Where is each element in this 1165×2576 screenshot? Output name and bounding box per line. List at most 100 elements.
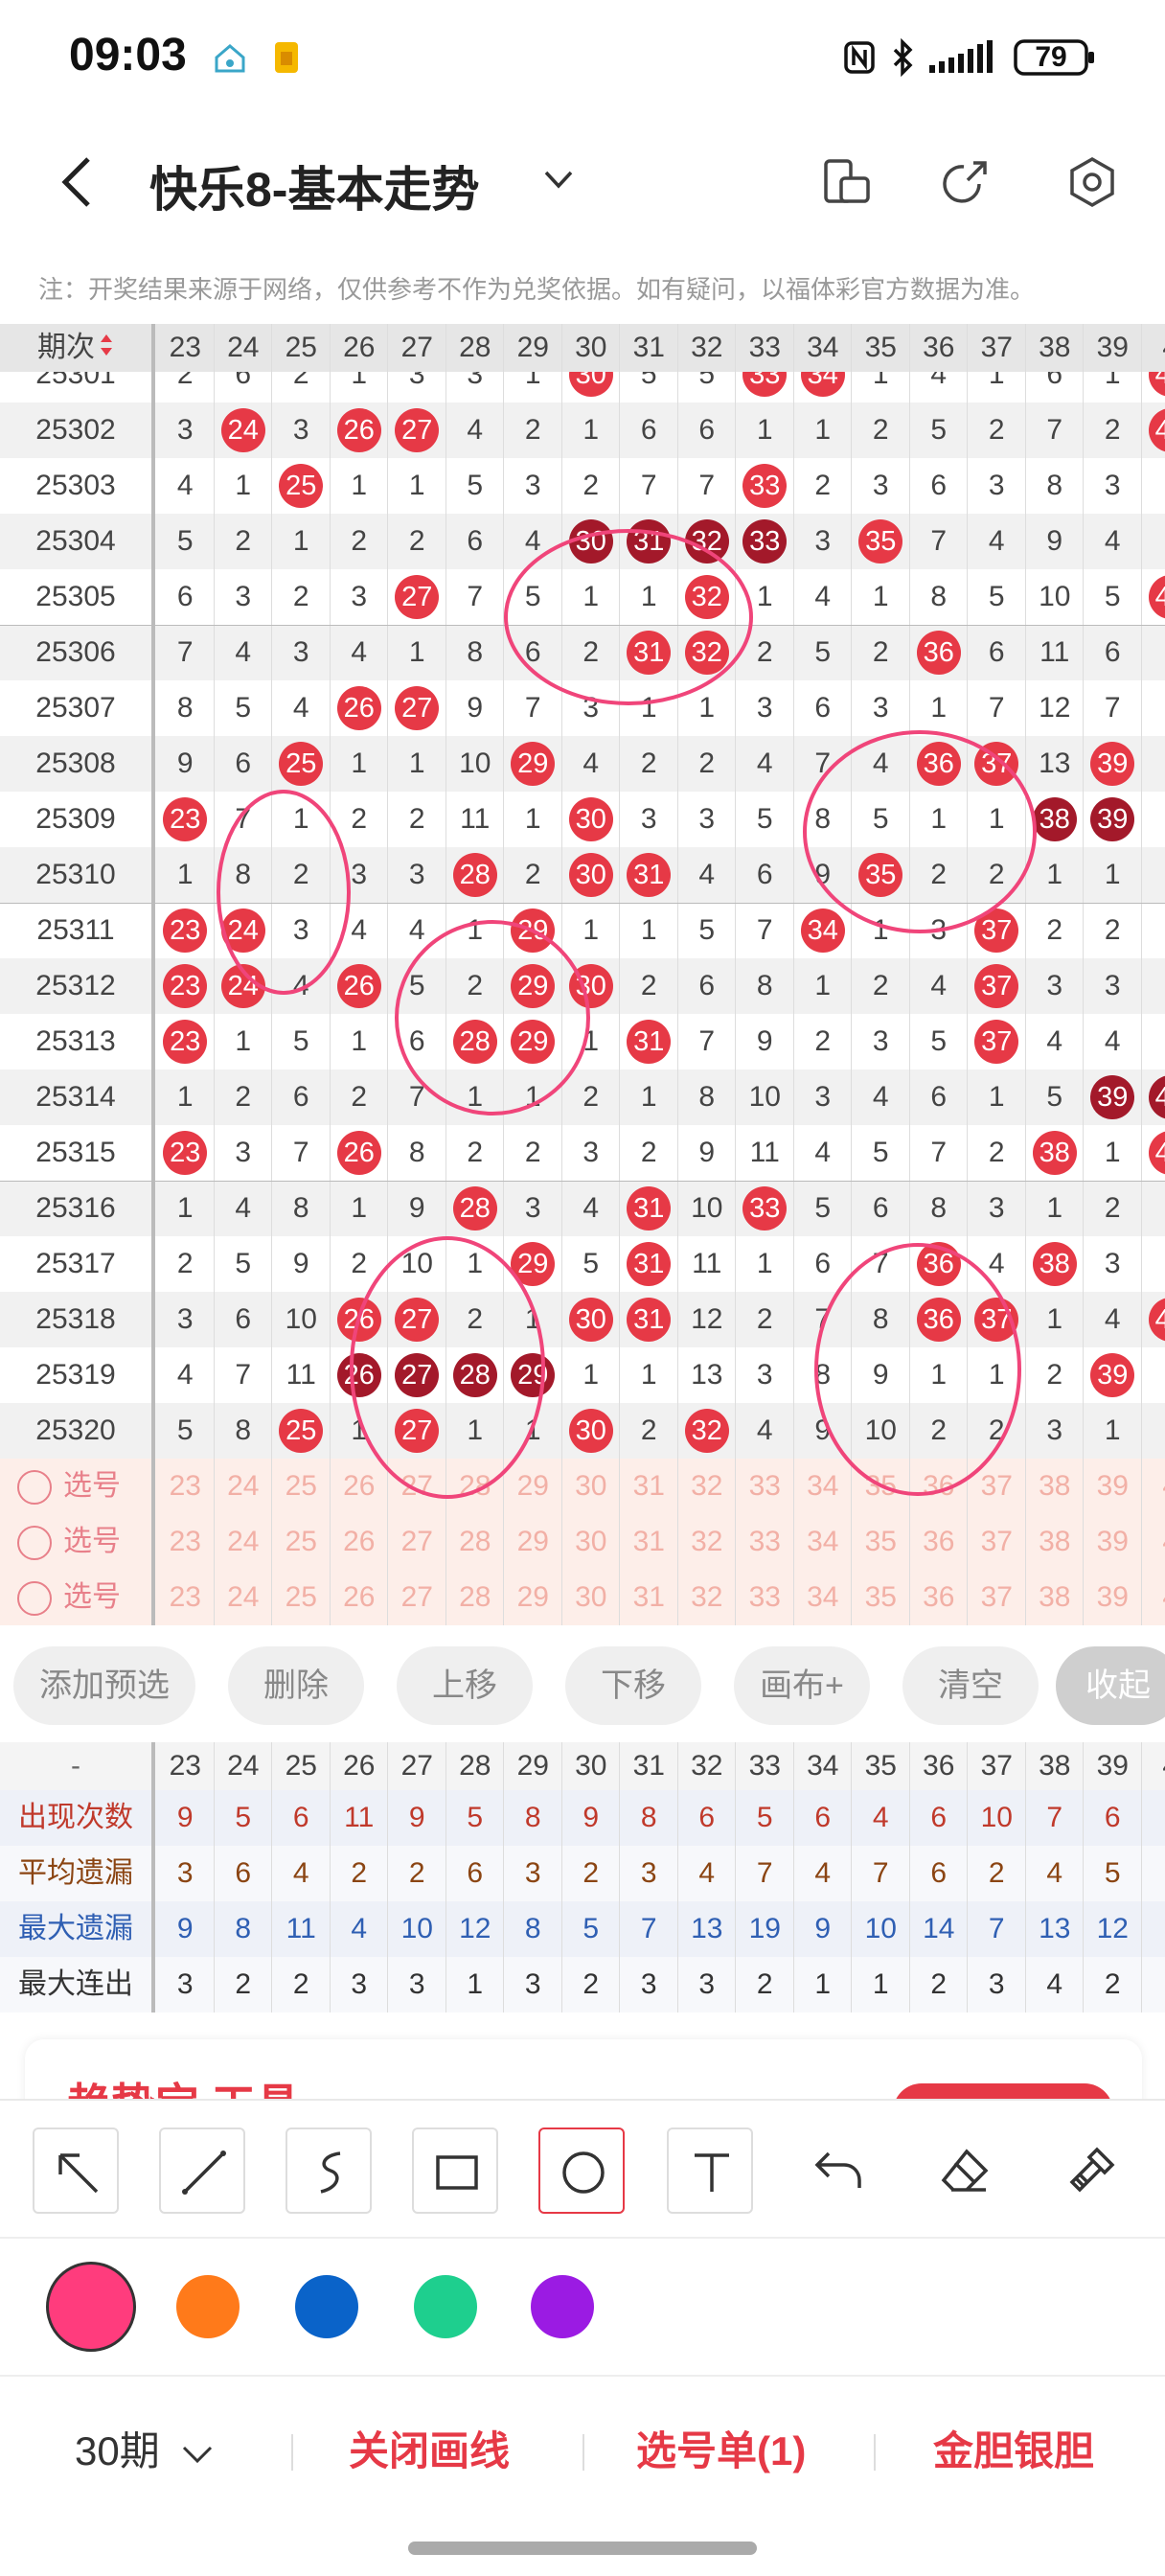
move-up-button[interactable]: 上移 — [397, 1646, 533, 1725]
stats-column-header: 4 — [1142, 1742, 1165, 1790]
drawing-overlay — [217, 529, 1037, 1499]
stats-column-divider — [1083, 1742, 1084, 2012]
undo-icon[interactable] — [795, 2128, 881, 2214]
stats-column-header: 29 — [516, 1750, 549, 1782]
collapse-button[interactable]: 收起 — [1056, 1646, 1165, 1725]
color-swatch-pink[interactable] — [46, 2262, 136, 2352]
stats-value: 14 — [923, 1913, 955, 1944]
stats-value: 6 — [292, 1802, 309, 1833]
drawn-circle-annotation[interactable] — [814, 1243, 1021, 1496]
stats-column-header: 36 — [923, 1750, 955, 1782]
stats-column-divider — [387, 1742, 388, 2012]
device-orientation-icon[interactable] — [820, 155, 874, 209]
stats-column-divider — [967, 1742, 968, 2012]
nfc-icon — [843, 38, 876, 77]
stats-column-header: 23 — [169, 1750, 201, 1782]
stats-value: 10 — [400, 1913, 433, 1944]
stats-value: 13 — [691, 1913, 723, 1944]
stats-value: 2 — [756, 1968, 773, 2000]
rectangle-tool-icon[interactable] — [412, 2128, 498, 2214]
golden-silver-button[interactable]: 金胆银胆 — [933, 2423, 1094, 2480]
settings-icon[interactable] — [1065, 155, 1119, 209]
stats-value: 11 — [286, 1913, 316, 1944]
stats-label: 出现次数 — [18, 1802, 133, 1833]
stats-label: 平均遗漏 — [18, 1857, 133, 1889]
chevron-down-icon[interactable] — [542, 163, 575, 196]
stats-value: 7 — [1046, 1802, 1063, 1833]
stats-value: 3 — [640, 1968, 657, 2000]
drawn-circle-annotation[interactable] — [504, 529, 753, 705]
stats-label: 最大遗漏 — [18, 1913, 133, 1944]
stats-column-divider — [735, 1742, 736, 2012]
stats-column-header: 33 — [748, 1750, 781, 1782]
bottom-divider — [874, 2434, 876, 2471]
stats-value: 12 — [1096, 1913, 1129, 1944]
stats-column-divider — [676, 1742, 678, 2012]
stats-value: 7 — [872, 1857, 889, 1889]
drawn-circle-annotation[interactable] — [217, 790, 351, 995]
close-lines-button[interactable]: 关闭画线 — [349, 2423, 510, 2480]
stats-value: 4 — [872, 1802, 889, 1833]
pick-list-button[interactable]: 选号单(1) — [636, 2423, 806, 2480]
clear-button[interactable]: 清空 — [902, 1646, 1039, 1725]
page-title[interactable]: 快乐8-基本走势 — [149, 151, 479, 220]
stats-label-divider — [151, 1742, 155, 2012]
stats-value: 2 — [582, 1857, 600, 1889]
delete-button[interactable]: 删除 — [228, 1646, 364, 1725]
stats-column-header: 26 — [343, 1750, 376, 1782]
color-swatch-blue[interactable] — [295, 2275, 358, 2338]
stats-value: 9 — [814, 1913, 832, 1944]
stats-value: 2 — [408, 1857, 425, 1889]
stats-column-header: 34 — [807, 1750, 839, 1782]
add-preselect-button[interactable]: 添加预选 — [13, 1646, 195, 1725]
arrow-tool-icon[interactable] — [33, 2128, 119, 2214]
circle-tool-icon[interactable] — [538, 2128, 625, 2214]
color-swatch-purple[interactable] — [531, 2275, 594, 2338]
stats-value: 6 — [930, 1857, 948, 1889]
stats-value: 2 — [582, 1968, 600, 2000]
stats-value: 10 — [980, 1802, 1013, 1833]
stats-value: 2 — [930, 1968, 948, 2000]
stats-value: 6 — [698, 1802, 716, 1833]
stats-column-divider — [329, 1742, 331, 2012]
color-swatch-green[interactable] — [414, 2275, 477, 2338]
move-down-button[interactable]: 下移 — [565, 1646, 701, 1725]
stats-value: 3 — [176, 1968, 194, 2000]
clear-brush-icon[interactable] — [1048, 2128, 1134, 2214]
stats-value: 9 — [176, 1913, 194, 1944]
line-tool-icon[interactable] — [159, 2128, 245, 2214]
canvas-plus-button[interactable]: 画布+ — [734, 1646, 870, 1725]
color-swatch-orange[interactable] — [176, 2275, 240, 2338]
drawn-circle-annotation[interactable] — [350, 1236, 545, 1499]
share-icon[interactable] — [939, 155, 993, 209]
drawn-circle-annotation[interactable] — [395, 920, 590, 1116]
period-select[interactable]: 30期 — [75, 2423, 215, 2480]
stats-value: 7 — [756, 1857, 773, 1889]
stats-value: 6 — [1104, 1802, 1121, 1833]
stats-value: 5 — [582, 1913, 600, 1944]
toolbar-divider — [0, 2237, 1165, 2239]
text-tool-icon[interactable] — [667, 2128, 753, 2214]
stats-column-divider — [792, 1742, 794, 2012]
stats-column-divider — [503, 1742, 504, 2012]
eraser-icon[interactable] — [922, 2128, 1008, 2214]
drawn-circle-annotation[interactable] — [803, 730, 1037, 933]
stats-value: 12 — [459, 1913, 491, 1944]
stats-value: 3 — [351, 1968, 368, 2000]
stats-value: 6 — [467, 1857, 484, 1889]
stats-column-divider — [851, 1742, 852, 2012]
stats-value: 13 — [1039, 1913, 1071, 1944]
stats-header-row: - 23 24 25 26 27 28 29 30 31 32 33 34 35 36 37 38 39 4 — [0, 1742, 1165, 1790]
freehand-tool-icon[interactable] — [286, 2128, 372, 2214]
stats-value: 5 — [1104, 1857, 1121, 1889]
stats-row: 最大连出 3 2 2 3 3 1 3 2 3 3 2 1 1 2 3 4 2 — [0, 1957, 1165, 2012]
stats-column-header: 27 — [400, 1750, 433, 1782]
home-indicator[interactable] — [408, 2542, 757, 2555]
stats-value: 6 — [235, 1857, 252, 1889]
stats-value: 2 — [1104, 1968, 1121, 2000]
stats-value: 4 — [1046, 1968, 1063, 2000]
stats-column-divider — [908, 1742, 910, 2012]
back-arrow-icon[interactable] — [54, 153, 102, 211]
stats-column-divider — [445, 1742, 446, 2012]
action-bar: 添加预选 删除 上移 下移 画布+ 清空 收起 — [0, 1637, 1165, 1733]
